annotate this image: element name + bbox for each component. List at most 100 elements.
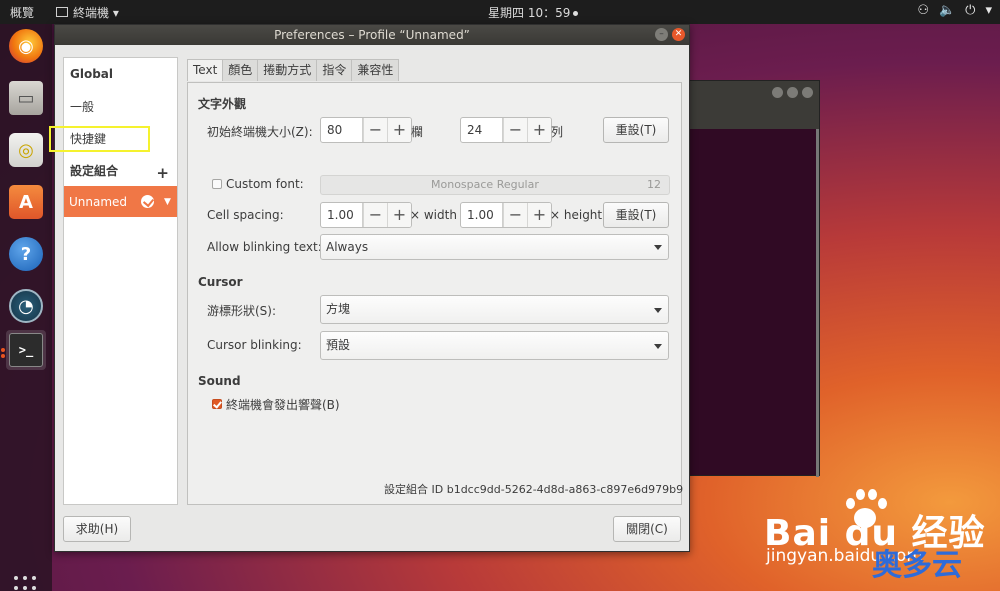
volume-icon: 🔈 — [938, 3, 956, 18]
clock-text: 星期四 10：59 — [488, 6, 571, 20]
clock[interactable]: 星期四 10：59 — [488, 4, 579, 21]
dock: ◉ ▭ ◎ A ? ◔ >_ — [0, 24, 52, 591]
show-applications-icon[interactable] — [14, 576, 38, 591]
files-logo: ▭ — [9, 81, 43, 115]
plus-icon[interactable]: + — [527, 118, 551, 142]
tab-command[interactable]: 指令 — [316, 59, 353, 81]
width-spacing-value[interactable]: 1.00 — [321, 203, 363, 227]
help-icon[interactable]: ? — [6, 234, 46, 274]
appearance-heading: 文字外觀 — [198, 97, 247, 111]
dialog-titlebar: Preferences – Profile “Unnamed” – ✕ — [55, 25, 689, 45]
cursor-blink-dropdown[interactable]: 預設 — [320, 331, 669, 360]
chevron-down-icon — [654, 245, 662, 250]
cursor-blink-value: 預設 — [326, 338, 351, 352]
help-logo: ? — [9, 237, 43, 271]
height-spacing-value[interactable]: 1.00 — [461, 203, 503, 227]
columns-spinner[interactable]: 80 − + — [320, 117, 412, 143]
minus-icon[interactable]: − — [503, 203, 527, 227]
cursor-heading: Cursor — [198, 275, 243, 289]
font-name: Monospace Regular — [431, 178, 539, 191]
minus-icon[interactable]: − — [363, 118, 387, 142]
cursor-blink-label: Cursor blinking: — [207, 338, 302, 352]
custom-font-label: Custom font: — [226, 177, 304, 191]
minimize-icon[interactable] — [772, 87, 783, 98]
rows-value[interactable]: 24 — [461, 118, 503, 142]
power-icon: ⏻ — [965, 3, 976, 18]
sidebar-heading-profiles: 設定組合 — [70, 164, 119, 178]
maximize-icon[interactable] — [787, 87, 798, 98]
close-icon[interactable] — [802, 87, 813, 98]
bell-label: 終端機會發出響聲(B) — [226, 398, 340, 412]
software-logo: A — [9, 185, 43, 219]
sidebar-item-general[interactable]: 一般 — [70, 98, 94, 115]
text-tab-panel: 文字外觀 初始終端機大小(Z): 80 − + 欄 24 − + 列 重設(T)… — [187, 82, 683, 505]
system-tray[interactable]: ⚇ 🔈 ⏻ ▾ — [917, 3, 992, 18]
preferences-sidebar: Global 一般 快捷鍵 設定組合 + Unnamed ▼ — [63, 57, 178, 505]
plus-icon[interactable]: + — [387, 118, 411, 142]
running-indicator — [1, 354, 5, 358]
top-bar: 概覽 終端機 ▾ 星期四 10：59 ⚇ 🔈 ⏻ ▾ — [0, 0, 1000, 24]
background-terminal-window[interactable] — [684, 80, 820, 477]
software-icon[interactable]: A — [6, 182, 46, 222]
overlay-watermark: 奥多云 — [872, 548, 962, 583]
terminal-scrollbar[interactable] — [816, 129, 819, 477]
help-button[interactable]: 求助(H) — [63, 516, 131, 542]
add-profile-button[interactable]: + — [156, 164, 169, 182]
app-menu[interactable]: 終端機 ▾ — [56, 4, 119, 21]
reset-spacing-button[interactable]: 重設(T) — [603, 202, 669, 228]
terminal-titlebar — [685, 81, 819, 129]
blink-text-value: Always — [326, 240, 369, 254]
tab-bar: Text 顏色 捲動方式 指令 兼容性 — [187, 59, 400, 81]
files-icon[interactable]: ▭ — [6, 78, 46, 118]
cursor-shape-value: 方塊 — [326, 302, 351, 316]
cursor-shape-dropdown[interactable]: 方塊 — [320, 295, 669, 324]
disk-logo: ◔ — [9, 289, 43, 323]
firefox-logo: ◉ — [9, 29, 43, 63]
font-size: 12 — [647, 178, 661, 191]
rhythmbox-icon[interactable]: ◎ — [6, 130, 46, 170]
minimize-button[interactable]: – — [655, 28, 668, 41]
minus-icon[interactable]: − — [503, 118, 527, 142]
terminal-logo: >_ — [9, 333, 43, 367]
running-indicator — [1, 348, 5, 352]
sidebar-item-profile-unnamed[interactable]: Unnamed ▼ — [64, 186, 177, 217]
disk-icon[interactable]: ◔ — [6, 286, 46, 326]
font-chooser-button[interactable]: Monospace Regular 12 — [320, 175, 670, 195]
tab-colors[interactable]: 顏色 — [222, 59, 259, 81]
rows-spinner[interactable]: 24 − + — [460, 117, 552, 143]
height-spacing-spinner[interactable]: 1.00 − + — [460, 202, 552, 228]
close-button[interactable]: ✕ — [672, 28, 685, 41]
chevron-down-icon — [654, 344, 662, 349]
blink-text-dropdown[interactable]: Always — [320, 234, 669, 260]
custom-font-checkbox[interactable] — [212, 179, 222, 189]
baidu-jingyan-watermark: Bai du 经验 jingyan.baidu.com 奥多云 — [760, 488, 1000, 591]
width-unit: × width — [410, 208, 457, 222]
terminal-icon[interactable]: >_ — [6, 330, 46, 370]
tab-text[interactable]: Text — [187, 59, 224, 81]
bell-checkbox[interactable] — [212, 399, 222, 409]
rows-unit: 列 — [551, 125, 564, 139]
highlight-annotation — [49, 126, 150, 152]
notification-dot-icon — [573, 11, 579, 16]
app-menu-label: 終端機 ▾ — [73, 5, 119, 20]
cell-spacing-label: Cell spacing: — [207, 208, 284, 222]
firefox-icon[interactable]: ◉ — [6, 26, 46, 66]
sidebar-heading-global: Global — [70, 67, 114, 81]
tab-scrolling[interactable]: 捲動方式 — [257, 59, 318, 81]
height-unit: × height — [550, 208, 603, 222]
plus-icon[interactable]: + — [527, 203, 551, 227]
close-dialog-button[interactable]: 關閉(C) — [613, 516, 681, 542]
terminal-small-icon — [56, 7, 69, 17]
plus-icon[interactable]: + — [387, 203, 411, 227]
width-spacing-spinner[interactable]: 1.00 − + — [320, 202, 412, 228]
columns-unit: 欄 — [411, 125, 424, 139]
chevron-down-icon[interactable]: ▼ — [164, 197, 171, 207]
reset-size-button[interactable]: 重設(T) — [603, 117, 669, 143]
minus-icon[interactable]: − — [363, 203, 387, 227]
activities-button[interactable]: 概覽 — [10, 4, 34, 21]
tab-compatibility[interactable]: 兼容性 — [351, 59, 400, 81]
default-profile-check-icon — [141, 195, 155, 208]
columns-value[interactable]: 80 — [321, 118, 363, 142]
cursor-shape-label: 游標形狀(S): — [207, 304, 277, 318]
sound-heading: Sound — [198, 374, 241, 388]
